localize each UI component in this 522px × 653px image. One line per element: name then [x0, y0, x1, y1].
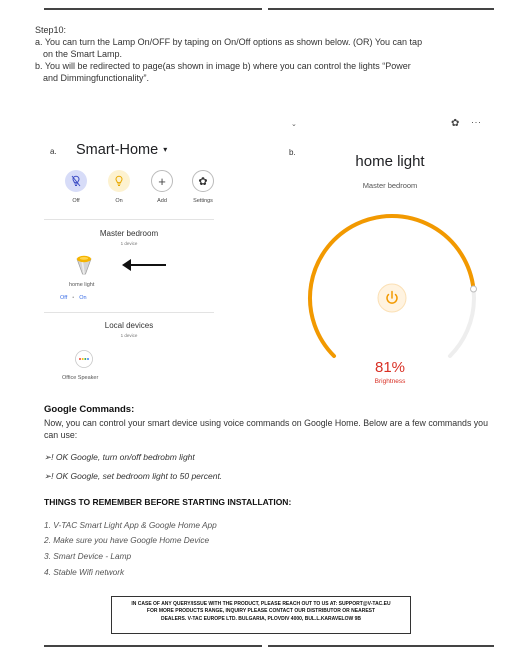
google-commands-body: Now, you can control your smart device u…	[44, 418, 488, 440]
separator-dot: •	[72, 295, 75, 301]
lightbulb-on-icon	[108, 170, 130, 192]
lightbulb-off-icon	[65, 170, 87, 192]
device-title: home light	[355, 153, 425, 170]
top-rule-right	[268, 8, 494, 10]
settings-button[interactable]: ✿ Settings	[183, 170, 223, 204]
command-item: ➢! OK Google, turn on/off bedrobm light	[44, 452, 195, 462]
step-line-b2: and Dimmingfunctionality”.	[43, 73, 150, 83]
local-devices-title: Local devices	[104, 321, 154, 330]
notice-line: FOR MORE PRODUCTS RANGE, INQUIRY PLEASE …	[146, 608, 376, 615]
lamp-device-icon[interactable]	[74, 254, 94, 278]
room-title: Master bedroom	[99, 229, 159, 238]
device-off-link[interactable]: Off	[60, 295, 67, 301]
chevron-down-icon: ▾	[163, 145, 168, 154]
list-item: 2. Make sure you have Google Home Device	[44, 535, 210, 545]
settings-label: Settings	[193, 198, 213, 204]
list-item: 3. Smart Device - Lamp	[44, 551, 132, 561]
list-item: 4. Stable Wifi network	[44, 567, 125, 577]
step-line-b1: b. You will be redirected to page(as sho…	[35, 61, 411, 71]
phone-screenshot-a: a. Smart-Home ▾ Off On + Add ✿ Settings M…	[44, 138, 260, 388]
notice-line: DEALERS. V-TAC EUROPE LTD. BULGARIA, PLO…	[160, 615, 362, 622]
divider	[44, 312, 214, 313]
speaker-label: Office Speaker	[62, 375, 99, 381]
label-a: a.	[50, 147, 57, 156]
phone-screenshot-b: ⌄ ✿ ··· b. home light Master bedroom 81%…	[285, 117, 495, 393]
bottom-rule-left	[44, 645, 262, 647]
google-commands-heading: Google Commands:	[44, 404, 135, 415]
step-line-a1: a. You can turn the Lamp On/OFF by tapin…	[35, 37, 423, 47]
home-title-text: Smart-Home	[76, 142, 159, 158]
off-button[interactable]: Off	[56, 170, 96, 204]
support-notice-box: IN CASE OF ANY QUERY/ISSUE WITH THE PROD…	[111, 596, 411, 634]
local-device-count: 1 device	[120, 333, 138, 338]
device-label: home light	[69, 282, 95, 288]
step-line-a2: on the Smart Lamp.	[43, 49, 123, 59]
dial-handle[interactable]	[470, 285, 477, 293]
command-item: ➢! OK Google, set bedroom light to 50 pe…	[44, 471, 223, 481]
device-room: Master bedroom	[362, 181, 418, 190]
divider	[44, 219, 214, 220]
off-label: Off	[72, 198, 80, 204]
things-heading: THINGS TO REMEMBER BEFORE STARTING INSTA…	[44, 497, 292, 507]
device-power-controls: Off • On	[60, 295, 87, 301]
brightness-label: Brightness	[374, 378, 406, 385]
add-label: Add	[157, 198, 167, 204]
top-rule-left	[44, 8, 262, 10]
list-item: 1. V-TAC Smart Light App & Google Home A…	[44, 520, 217, 530]
pointer-arrow-icon	[122, 259, 166, 271]
step-title: Step10:	[35, 25, 67, 35]
gear-icon[interactable]: ✿	[451, 118, 459, 129]
add-button[interactable]: + Add	[142, 170, 182, 204]
step-instructions: Step10: a. You can turn the Lamp On/OFF …	[35, 24, 495, 84]
on-label: On	[115, 198, 123, 204]
home-title[interactable]: Smart-Home ▾	[76, 142, 167, 158]
plus-icon: +	[151, 170, 173, 192]
speaker-device-icon[interactable]	[74, 349, 94, 369]
gear-icon: ✿	[192, 170, 214, 192]
bottom-rule-right	[268, 645, 494, 647]
room-device-count: 1 device	[120, 241, 138, 246]
chevron-down-icon[interactable]: ⌄	[291, 120, 297, 128]
brightness-value: 81%	[374, 359, 406, 376]
more-icon[interactable]: ···	[471, 117, 482, 127]
notice-line: IN CASE OF ANY QUERY/ISSUE WITH THE PROD…	[131, 601, 391, 607]
on-button[interactable]: On	[99, 170, 139, 204]
device-on-link[interactable]: On	[79, 295, 86, 301]
